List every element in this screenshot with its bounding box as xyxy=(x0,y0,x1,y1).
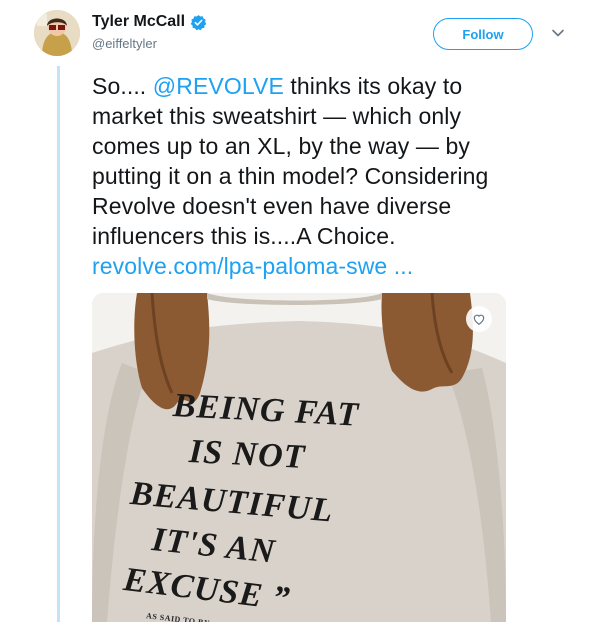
verified-badge-icon xyxy=(190,14,207,31)
url-link[interactable]: revolve.com/lpa-paloma-swe ... xyxy=(92,253,413,279)
tweet-line: market this sweatshirt — which only xyxy=(92,103,462,129)
tweet-line: Revolve doesn't even have diverse xyxy=(92,193,452,219)
tweet-line: comes up to an XL, by the way — by xyxy=(92,133,470,159)
follow-button[interactable]: Follow xyxy=(433,18,533,50)
tweet-text-segment: So.... xyxy=(92,73,153,99)
chevron-down-icon[interactable] xyxy=(551,26,565,40)
media-image[interactable]: BEING FAT IS NOT BEAUTIFUL IT'S AN EXCUS… xyxy=(92,293,506,622)
avatar-image xyxy=(34,10,80,56)
avatar[interactable] xyxy=(34,10,80,56)
tweet-line: influencers this is....A Choice. xyxy=(92,223,396,249)
author-name-row: Tyler McCall xyxy=(92,13,207,31)
tweet-line: So.... @REVOLVE thinks its okay to xyxy=(92,71,562,101)
tweet-text-segment: thinks its okay to xyxy=(283,73,463,99)
heart-icon[interactable] xyxy=(466,306,492,332)
mention-link[interactable]: @REVOLVE xyxy=(153,73,284,99)
shirt-text-line: IS NOT xyxy=(188,433,307,477)
display-name[interactable]: Tyler McCall xyxy=(92,13,185,31)
tweet-text: So.... @REVOLVE thinks its okay to marke… xyxy=(92,71,562,281)
tweet-link-line: revolve.com/lpa-paloma-swe ... xyxy=(92,251,562,281)
tweet-line: putting it on a thin model? Considering xyxy=(92,163,489,189)
thread-line xyxy=(57,66,60,622)
handle[interactable]: @eiffeltyler xyxy=(92,36,157,51)
